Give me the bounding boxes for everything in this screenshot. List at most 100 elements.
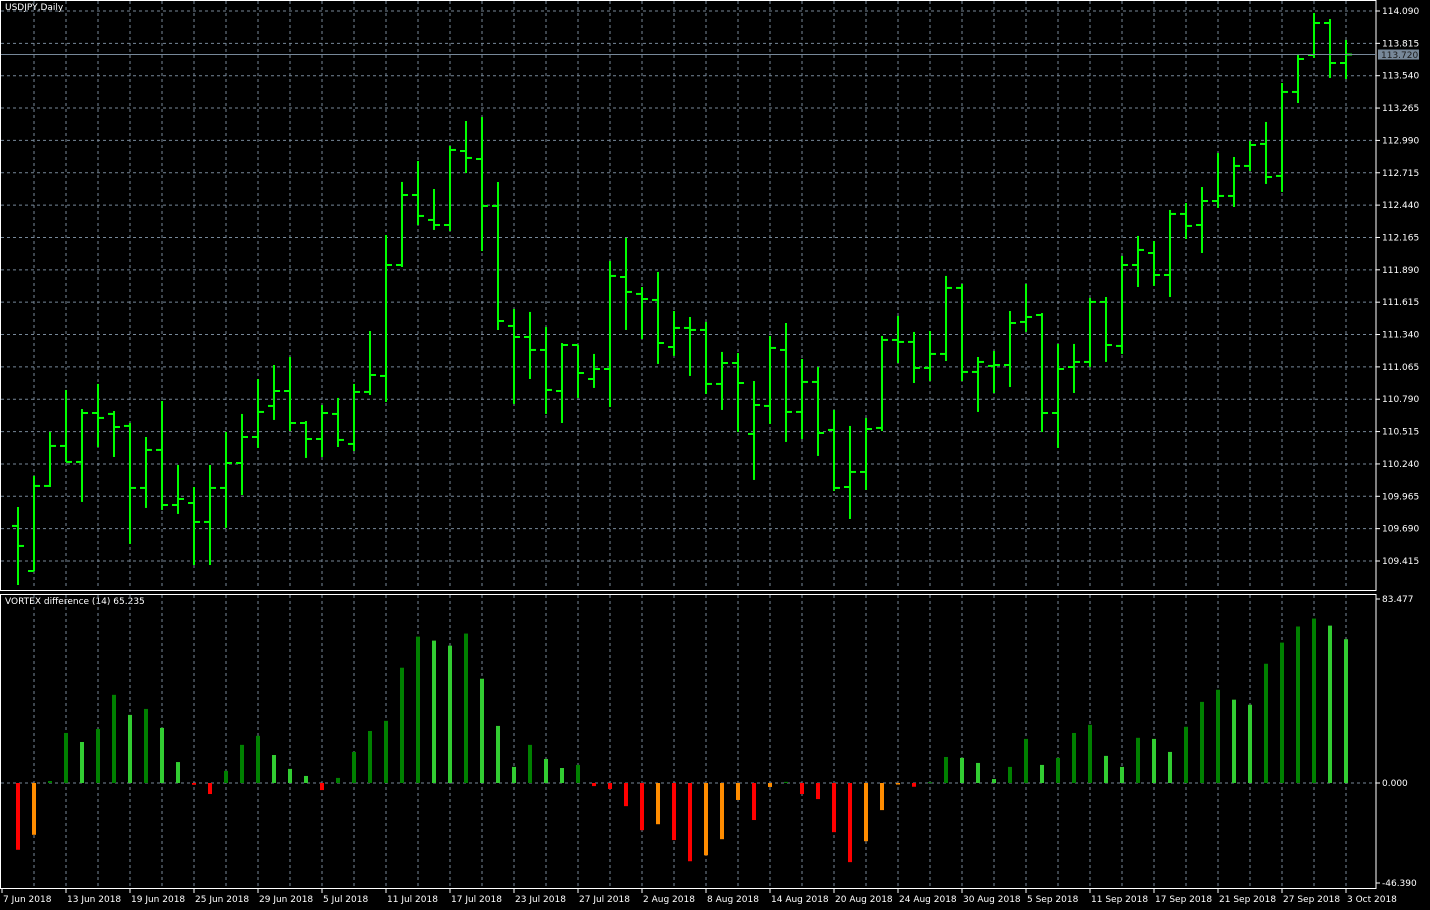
histogram-bar [224, 770, 228, 783]
ohlc-bar [220, 431, 232, 528]
ohlc-bar [828, 409, 840, 491]
ohlc-bars [12, 13, 1352, 585]
ohlc-bar [316, 405, 328, 457]
time-axis-label: 5 Sep 2018 [1027, 895, 1079, 905]
histogram-bar [464, 633, 468, 783]
ohlc-bar [1340, 39, 1352, 79]
ohlc-bar [940, 275, 952, 361]
histogram-bar [1248, 704, 1252, 783]
ohlc-bar [668, 311, 680, 356]
ohlc-bar [700, 321, 712, 394]
histogram-bar [1088, 724, 1092, 783]
ohlc-bar [268, 365, 280, 420]
price-axis-label: 113.540 [1382, 72, 1419, 82]
ohlc-bar [508, 309, 520, 404]
histogram-bar [496, 725, 500, 783]
histogram-bar [832, 783, 836, 833]
histogram-bar [768, 783, 772, 787]
vortex-histogram [16, 618, 1348, 863]
ohlc-bar [60, 389, 72, 463]
price-axis-label: 113.265 [1382, 104, 1419, 114]
histogram-bar [96, 728, 100, 783]
histogram-bar [80, 742, 84, 783]
histogram-bar [784, 781, 788, 783]
histogram-bar [192, 783, 196, 785]
ohlc-bar [76, 409, 88, 502]
ohlc-bar [236, 413, 248, 495]
ohlc-bar [1228, 157, 1240, 207]
price-axis-label: 109.415 [1382, 557, 1419, 567]
ohlc-bar [524, 311, 536, 379]
histogram-bar [480, 678, 484, 783]
ohlc-bar [1132, 235, 1144, 287]
ohlc-bar [1084, 297, 1096, 367]
ohlc-bar [1196, 187, 1208, 253]
ohlc-bar [812, 367, 824, 456]
ohlc-bar [1180, 203, 1192, 239]
histogram-bar [448, 645, 452, 783]
ohlc-bar [1116, 255, 1128, 354]
histogram-bar [1344, 639, 1348, 783]
time-axis-label: 21 Sep 2018 [1219, 895, 1276, 905]
ohlc-bar [444, 145, 456, 231]
histogram-bar [1200, 701, 1204, 783]
histogram-bar [1056, 757, 1060, 783]
ohlc-bar [1100, 297, 1112, 362]
histogram-bar [416, 636, 420, 783]
ohlc-bar [1052, 343, 1064, 448]
histogram-bar [304, 775, 308, 783]
time-axis-label: 8 Aug 2018 [707, 895, 759, 905]
histogram-bar [160, 727, 164, 783]
ohlc-bar [12, 507, 24, 585]
histogram-bar [432, 640, 436, 783]
current-price-label: 113.720 [1381, 51, 1418, 61]
ohlc-bar [1324, 19, 1336, 78]
ohlc-bar [540, 327, 552, 414]
histogram-bar [32, 783, 36, 835]
ohlc-bar [28, 475, 40, 572]
ohlc-bar [924, 331, 936, 381]
histogram-bar [1120, 766, 1124, 783]
histogram-bar [352, 751, 356, 783]
price-axis-label: 111.890 [1382, 266, 1419, 276]
ohlc-bar [908, 331, 920, 383]
histogram-bar [624, 783, 628, 807]
histogram-bar [864, 783, 868, 842]
histogram-bar [800, 783, 804, 795]
histogram-bar [1264, 663, 1268, 783]
ohlc-bar [892, 315, 904, 363]
time-axis-label: 11 Jul 2018 [387, 895, 438, 905]
histogram-bar [576, 764, 580, 783]
price-axis-label: 109.965 [1382, 492, 1419, 502]
histogram-bar [592, 783, 596, 787]
histogram-bar [128, 714, 132, 783]
histogram-bar [64, 732, 68, 783]
histogram-bar [1152, 738, 1156, 783]
ohlc-bar [300, 421, 312, 458]
price-chart[interactable]: 114.090 113.815 113.540 113.265 112.990 112.7… [0, 0, 1430, 910]
histogram-bar [640, 783, 644, 831]
histogram-bar [384, 720, 388, 783]
histogram-bar [256, 735, 260, 783]
time-axis-label: 29 Jun 2018 [259, 895, 313, 905]
time-axis-label: 24 Aug 2018 [899, 895, 957, 905]
ohlc-bar [428, 189, 440, 230]
ohlc-bar [588, 353, 600, 388]
histogram-bar [336, 777, 340, 783]
histogram-bar [896, 783, 900, 785]
histogram-bar [320, 783, 324, 791]
histogram-bar [976, 762, 980, 783]
histogram-bar [880, 783, 884, 811]
ohlc-bar [652, 271, 664, 364]
ohlc-bar [1020, 283, 1032, 332]
histogram-bar [944, 756, 948, 783]
histogram-bar [560, 768, 564, 783]
ohlc-bar [380, 235, 392, 402]
time-axis-label: 14 Aug 2018 [771, 895, 829, 905]
histogram-bar [816, 783, 820, 800]
ohlc-bar [1036, 313, 1048, 432]
ohlc-bar [972, 357, 984, 412]
axes: 114.090 113.815 113.540 113.265 112.990 112.7… [0, 0, 1419, 905]
histogram-bar [704, 783, 708, 856]
ohlc-bar [252, 379, 264, 448]
